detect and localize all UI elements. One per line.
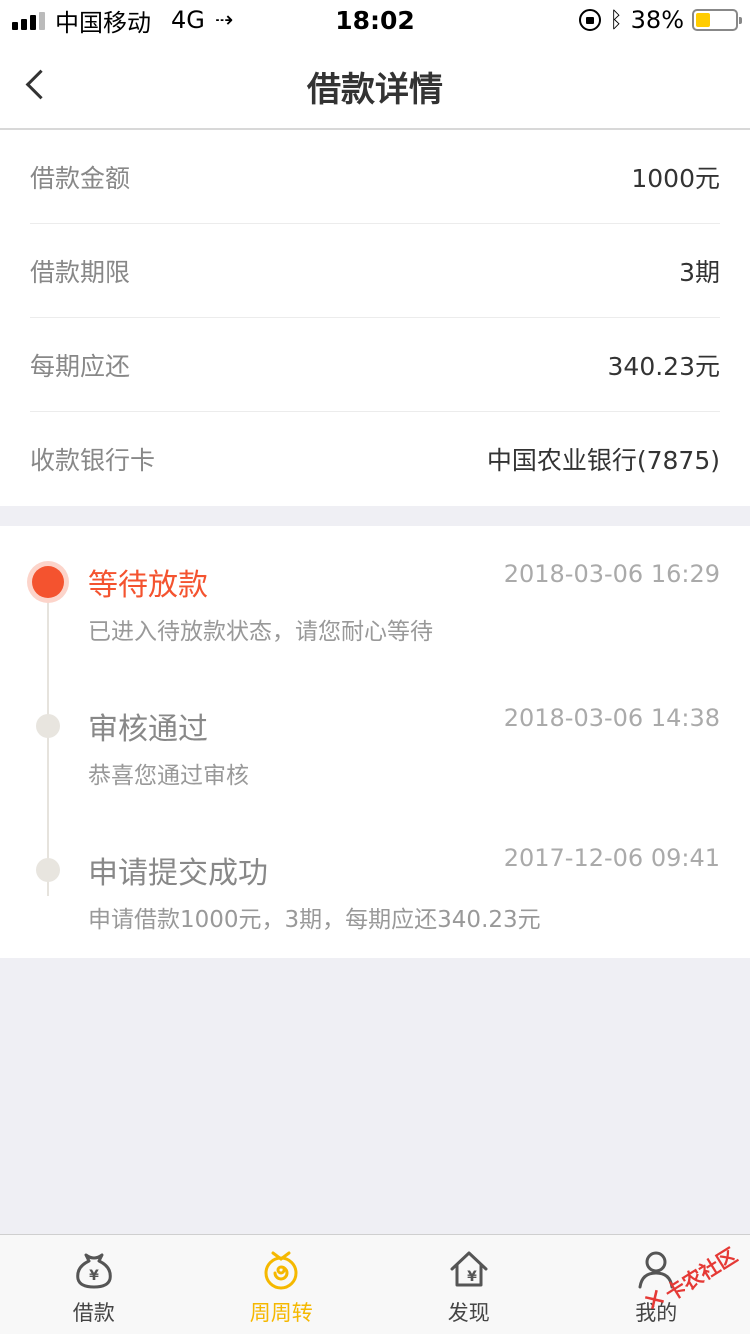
svg-text:¥: ¥ [89,1268,99,1284]
timeline-dot-active [32,566,64,598]
info-label: 收款银行卡 [30,446,156,475]
info-value: 340.23元 [607,351,720,381]
orientation-lock-icon [579,9,602,31]
house-yen-icon: ¥ [450,1251,488,1287]
info-value: 1000元 [631,163,720,193]
timeline-title: 等待放款 [88,568,208,603]
battery-percent: 38% [630,6,684,34]
info-value: 3期 [679,257,720,287]
status-timeline: 等待放款 2018-03-06 16:29 已进入待放款状态，请您耐心等待 审核… [0,526,750,958]
nav-bar: 借款详情 [0,40,750,130]
tab-discover[interactable]: ¥ 发现 [375,1235,563,1334]
timeline-dot [36,858,60,882]
timeline-desc: 恭喜您通过审核 [88,763,249,789]
coin-swirl-icon [264,1251,298,1290]
timeline-desc: 已进入待放款状态，请您耐心等待 [88,619,433,645]
timeline-item: 申请提交成功 2017-12-06 09:41 申请借款1000元，3期，每期应… [0,814,750,933]
timeline-dot [36,714,60,738]
money-bag-icon: ¥ [75,1253,112,1289]
battery-icon [692,9,742,31]
info-label: 借款金额 [30,163,131,193]
tab-weekly-turnover[interactable]: 周周转 [188,1235,376,1334]
timeline-item: 等待放款 2018-03-06 16:29 已进入待放款状态，请您耐心等待 [0,526,750,645]
info-row-term: 借款期限 3期 [30,224,720,318]
info-row-amount: 借款金额 1000元 [30,130,720,224]
tab-borrow[interactable]: ¥ 借款 [0,1235,188,1334]
loan-info-card: 借款金额 1000元 借款期限 3期 每期应还 340.23元 收款银行卡 中国… [0,130,750,506]
tab-label: 周周转 [249,1301,313,1325]
svg-text:¥: ¥ [467,1269,477,1285]
timeline-item: 审核通过 2018-03-06 14:38 恭喜您通过审核 [0,670,750,789]
timeline-title: 申请提交成功 [88,856,268,891]
tab-label: 借款 [72,1301,115,1325]
info-row-installment: 每期应还 340.23元 [30,318,720,412]
info-label: 借款期限 [30,257,131,287]
info-label: 每期应还 [30,351,131,381]
page-title: 借款详情 [307,70,443,110]
battery-fill [696,13,711,27]
timeline-desc: 申请借款1000元，3期，每期应还340.23元 [88,907,541,933]
info-row-bank-card: 收款银行卡 中国农业银行(7875) [30,412,720,506]
tab-label: 发现 [447,1301,490,1325]
timeline-time: 2017-12-06 09:41 [503,844,720,872]
timeline-time: 2018-03-06 14:38 [503,704,720,732]
status-bar: 中国移动 4G ⇢ 18:02 ᛒ 38% [0,0,750,40]
bluetooth-icon: ᛒ [609,7,623,33]
timeline-time: 2018-03-06 16:29 [503,560,720,588]
info-value: 中国农业银行(7875) [486,446,720,475]
timeline-title: 审核通过 [88,712,208,747]
